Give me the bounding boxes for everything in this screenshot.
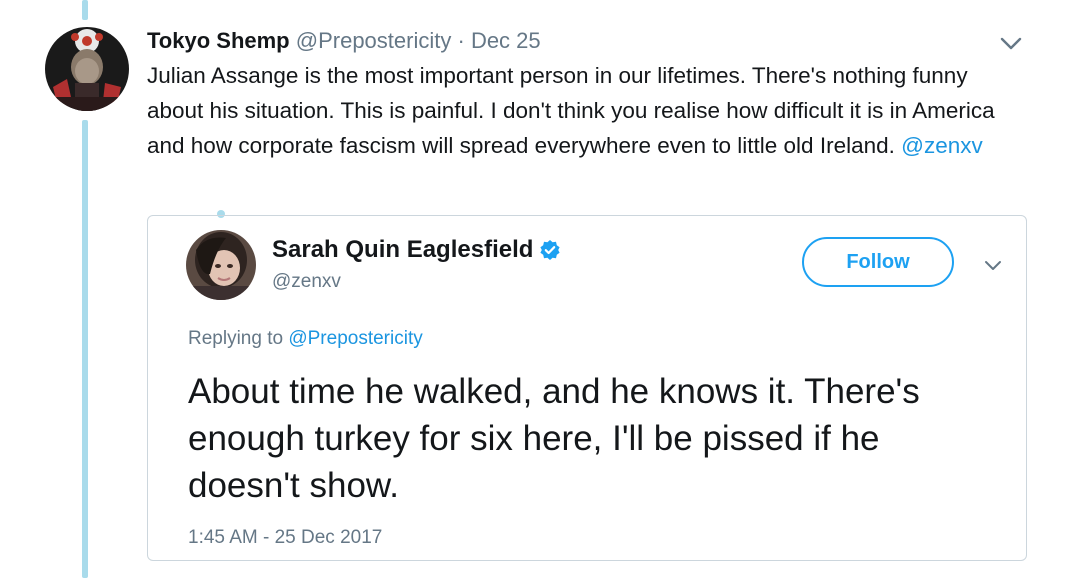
quoted-author-name[interactable]: Sarah Quin Eaglesfield <box>272 236 561 264</box>
tweet-text: Julian Assange is the most important per… <box>147 58 1027 163</box>
replying-to-label: Replying to <box>188 328 284 349</box>
replying-to: Replying to @Prepostericity <box>188 328 423 350</box>
tweet-date[interactable]: Dec 25 <box>471 28 541 53</box>
quoted-tweet-card[interactable]: Sarah Quin Eaglesfield @zenxv Follow Rep… <box>147 215 1027 561</box>
quoted-author-name-text: Sarah Quin Eaglesfield <box>272 236 534 263</box>
quoted-tweet-timestamp[interactable]: 1:45 AM - 25 Dec 2017 <box>188 527 382 549</box>
chevron-down-icon[interactable] <box>998 32 1024 54</box>
avatar-image <box>45 27 129 111</box>
chevron-down-icon[interactable] <box>982 256 1004 274</box>
replying-to-link[interactable]: @Prepostericity <box>288 328 422 349</box>
quoted-tweet-text: About time he walked, and he knows it. T… <box>188 372 920 505</box>
tweet-body: Julian Assange is the most important per… <box>147 63 995 158</box>
thread-line-top <box>82 0 88 20</box>
thread-line-bottom <box>82 120 88 578</box>
follow-button[interactable]: Follow <box>802 237 954 287</box>
quoted-avatar[interactable] <box>186 230 256 300</box>
tweet-header: Tokyo Shemp @Prepostericity · Dec 25 <box>147 27 541 55</box>
verified-badge-icon <box>539 239 561 261</box>
author-name[interactable]: Tokyo Shemp <box>147 28 290 53</box>
author-handle[interactable]: @Prepostericity <box>296 28 452 53</box>
quoted-avatar-image <box>186 230 256 300</box>
mention-link[interactable]: @zenxv <box>901 133 983 158</box>
quoted-author-handle[interactable]: @zenxv <box>272 271 341 293</box>
tweet-thread: Tokyo Shemp @Prepostericity · Dec 25 Jul… <box>0 0 1089 578</box>
separator: · <box>457 28 465 53</box>
avatar[interactable] <box>45 27 129 111</box>
